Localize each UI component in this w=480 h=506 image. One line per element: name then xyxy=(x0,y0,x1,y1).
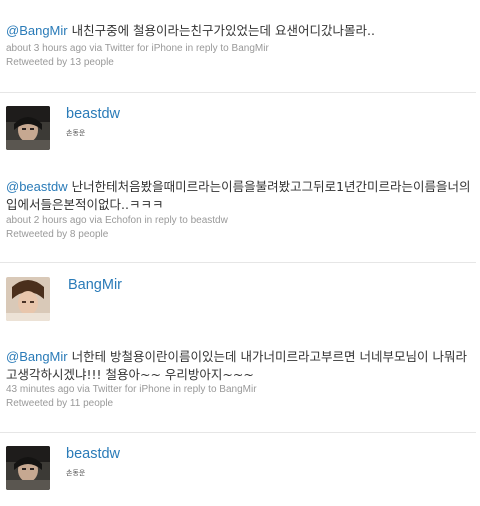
tweet-body: 너한테 방철용이란이름이있는데 내가너미르라고부르면 너네부모님이 나뭐라고생각… xyxy=(6,349,467,382)
tweet-text: @BangMir 내친구중에 철용이라는친구가있었는데 요샌어디갔나몰라.. xyxy=(6,22,474,40)
mention-link[interactable]: @beastdw xyxy=(6,179,68,194)
tweet-meta: about 2 hours ago via Echofon in reply t… xyxy=(6,215,228,226)
avatar-photo-icon xyxy=(6,106,50,150)
avatar-photo-icon xyxy=(6,277,50,321)
reply-to-link[interactable]: BangMir xyxy=(232,43,269,54)
user-header: beastdw 손동운 xyxy=(0,446,480,506)
timestamp-link[interactable]: about 3 hours ago xyxy=(6,43,87,54)
username-link[interactable]: beastdw xyxy=(66,446,120,462)
reply-label: in reply to xyxy=(170,384,220,395)
via-label: via xyxy=(86,43,105,54)
tweet-body: 내친구중에 철용이라는친구가있었는데 요샌어디갔나몰라.. xyxy=(67,23,375,38)
via-label: via xyxy=(86,215,105,226)
username-link[interactable]: beastdw xyxy=(66,106,120,122)
retweet-count[interactable]: Retweeted by 13 people xyxy=(6,57,114,68)
timestamp-link[interactable]: 43 minutes ago xyxy=(6,384,74,395)
reply-label: in reply to xyxy=(182,43,232,54)
avatar[interactable] xyxy=(6,106,50,150)
divider xyxy=(0,432,476,433)
avatar[interactable] xyxy=(6,277,50,321)
avatar-photo-icon xyxy=(6,446,50,490)
real-name: 손동운 xyxy=(66,469,86,477)
avatar[interactable] xyxy=(6,446,50,490)
divider xyxy=(0,92,476,93)
source-link[interactable]: Twitter for iPhone xyxy=(93,384,171,395)
retweet-count[interactable]: Retweeted by 11 people xyxy=(6,398,113,409)
reply-to-link[interactable]: BangMir xyxy=(219,384,256,395)
retweet-count[interactable]: Retweeted by 8 people xyxy=(6,229,108,240)
real-name: 손동운 xyxy=(66,129,86,137)
tweet-meta: 43 minutes ago via Twitter for iPhone in… xyxy=(6,384,257,395)
user-header: BangMir xyxy=(0,277,480,337)
mention-link[interactable]: @BangMir xyxy=(6,23,68,38)
source-link[interactable]: Echofon xyxy=(105,215,142,226)
tweet-text: @beastdw 난너한테처음봤을때미르라는이름을불려봤고그뒤로1년간미르라는이… xyxy=(6,178,474,214)
divider xyxy=(0,262,476,263)
reply-to-link[interactable]: beastdw xyxy=(191,215,228,226)
tweet-text: @BangMir 너한테 방철용이란이름이있는데 내가너미르라고부르면 너네부모… xyxy=(6,348,474,384)
timestamp-link[interactable]: about 2 hours ago xyxy=(6,215,87,226)
reply-label: in reply to xyxy=(141,215,191,226)
source-link[interactable]: Twitter for iPhone xyxy=(105,43,183,54)
via-label: via xyxy=(74,384,93,395)
username-link[interactable]: BangMir xyxy=(68,277,122,293)
mention-link[interactable]: @BangMir xyxy=(6,349,68,364)
user-header: beastdw 손동운 xyxy=(0,106,480,166)
tweet-meta: about 3 hours ago via Twitter for iPhone… xyxy=(6,43,269,54)
tweet-body: 난너한테처음봤을때미르라는이름을불려봤고그뒤로1년간미르라는이름을너의입에서들은… xyxy=(6,179,471,212)
